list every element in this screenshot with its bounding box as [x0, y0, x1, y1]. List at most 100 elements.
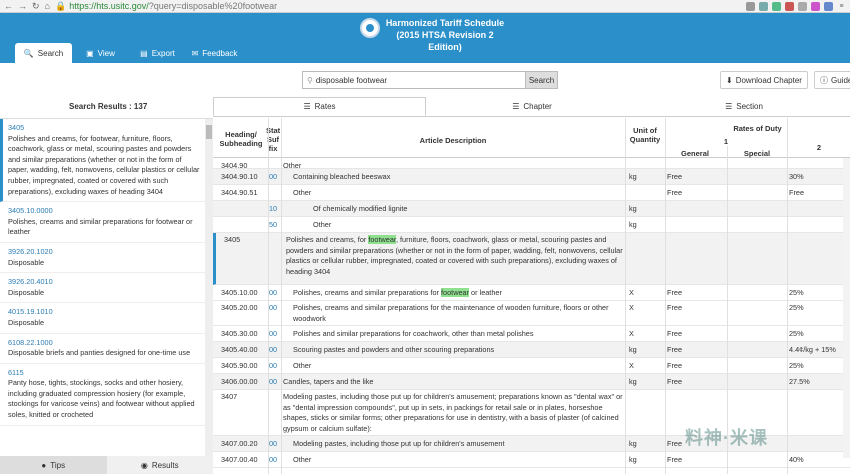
table-row: 3405.20.00 00 Polishes, creams and similar… — [213, 301, 850, 326]
heading-cell: 3405.10.00 — [221, 288, 258, 297]
table-header: Heading/ Subheading Stat Suf fix Article… — [213, 118, 850, 158]
item-text: Disposable — [8, 287, 45, 297]
column2-rate-cell: 30% — [789, 172, 804, 181]
tab-section[interactable]: ☰ Section — [638, 97, 850, 116]
column2-rate-cell: 25% — [789, 288, 804, 297]
guide-button[interactable]: ⓘGuide — [814, 71, 850, 89]
table-row: 3407.00.40 00 Other kg Free 40% — [213, 452, 850, 468]
table-scrollbar[interactable] — [843, 158, 850, 458]
item-text: Disposable — [8, 257, 45, 267]
menu-icon[interactable]: ≡ — [837, 2, 846, 11]
scrollbar-thumb[interactable] — [206, 125, 212, 139]
extension-icon[interactable] — [824, 1, 833, 11]
column2-rate-cell: 40% — [789, 455, 804, 464]
table-row: 3405.10.00 00 Polishes, creams and similar… — [213, 285, 850, 301]
url-host: https://hts.usitc.gov/ — [69, 1, 149, 11]
reload-icon[interactable]: ↻ — [32, 1, 40, 12]
list-item[interactable]: 3926.20.4010 Disposable — [0, 273, 213, 304]
list-item[interactable]: 3405 Polishes and creams, for footwear, f… — [0, 119, 213, 203]
site-header: Harmonized Tariff Schedule (2015 HTSA Re… — [0, 13, 850, 63]
bottom-tabs: ● Tips ◉ Results — [0, 456, 213, 474]
tab-tips[interactable]: ● Tips — [0, 456, 107, 474]
list-item[interactable]: 3926.20.1020 Disposable — [0, 243, 213, 274]
description-cell: Scouring pastes and powders and other sc… — [293, 345, 495, 354]
forward-icon[interactable]: → — [18, 1, 27, 11]
list-item[interactable]: 6108.22.1000 Disposable briefs and pantie… — [0, 334, 213, 364]
desc-text: Polishes and creams, for — [286, 235, 369, 244]
list-item[interactable]: 6115 Panty hose, tights, stockings, socks… — [0, 364, 213, 426]
search-results-list: 3405 Polishes and creams, for footwear, f… — [0, 118, 213, 456]
tab-results[interactable]: ◉ Results — [106, 456, 213, 474]
nav-tabs: 🔍 Search ▣ View ▤ Export ✉ Feedback — [15, 43, 243, 63]
unit-cell: kg — [629, 204, 637, 213]
item-code: 3926.20.1020 — [8, 246, 53, 256]
tariff-table: Heading/ Subheading Stat Suf fix Article… — [213, 118, 850, 474]
heading-cell: 3405.30.00 — [221, 329, 258, 338]
back-icon[interactable]: ← — [4, 1, 13, 11]
search-icon: ⚲ — [307, 75, 313, 85]
tab-label: View — [97, 48, 115, 58]
extension-icon[interactable] — [811, 1, 820, 11]
unit-cell: kg — [629, 172, 637, 181]
col-1: 1 — [723, 137, 729, 146]
list-item[interactable]: 4015.19.1010 Disposable — [0, 303, 213, 334]
tab-export[interactable]: ▤ Export — [129, 43, 186, 63]
search-highlight: footwear — [441, 288, 470, 297]
title-line2: (2015 HTSA Revision 2 Edition) — [396, 30, 494, 52]
browser-toolbar: ← → ↻ ⌂ 🔒 https://hts.usitc.gov/?query=d… — [0, 0, 850, 13]
search-button[interactable]: Search — [526, 71, 558, 89]
search-results-count: Search Results : 137 — [69, 102, 148, 111]
extension-icon[interactable] — [772, 1, 781, 11]
description-cell: Containing bleached beeswax — [293, 172, 391, 181]
unit-cell: kg — [629, 220, 637, 229]
extension-icon[interactable] — [746, 1, 755, 11]
table-body: 3404.90 Other 3404.90.10 00 Containing bleac… — [213, 158, 850, 468]
sidebar-scrollbar[interactable] — [205, 119, 213, 456]
tab-view[interactable]: ▣ View — [72, 43, 129, 63]
page-title: Harmonized Tariff Schedule (2015 HTSA Re… — [385, 17, 505, 53]
column2-rate-cell: Free — [789, 188, 805, 197]
extension-icon[interactable] — [759, 1, 768, 11]
results-icon: ◉ — [140, 460, 148, 470]
search-input[interactable]: ⚲ disposable footwear — [302, 71, 526, 89]
column2-rate-cell: 4.4¢/kg + 15% — [789, 345, 836, 354]
col-heading: Heading/ Subheading — [219, 130, 263, 148]
home-icon[interactable]: ⌂ — [45, 1, 50, 11]
column2-rate-cell: 25% — [789, 361, 804, 370]
col-2: 2 — [816, 143, 822, 152]
bars-icon: ☰ — [725, 102, 733, 111]
unit-cell: kg — [629, 345, 637, 354]
download-chapter-button[interactable]: ⬇ Download Chapter — [720, 71, 808, 89]
tab-label: Results — [151, 460, 179, 470]
unit-cell: kg — [629, 439, 637, 448]
usitc-seal-icon — [360, 18, 380, 38]
unit-cell: kg — [629, 455, 637, 464]
guide-label: Guide — [831, 75, 850, 85]
table-row: 3405.40.00 00 Scouring pastes and powders … — [213, 342, 850, 358]
extension-icon[interactable] — [798, 1, 807, 11]
tab-label: Feedback — [202, 48, 238, 58]
unit-cell: kg — [629, 377, 637, 386]
heading-cell: 3407.00.20 — [221, 439, 258, 448]
column2-rate-cell: 27.5% — [789, 377, 810, 386]
address-bar[interactable]: 🔒 https://hts.usitc.gov/?query=disposabl… — [55, 1, 741, 12]
item-text: Disposable briefs and panties designed f… — [8, 348, 191, 358]
table-row: 3405.30.00 00 Polishes and similar prepara… — [213, 326, 850, 342]
list-item[interactable]: 3405.10.0000 Polishes, creams and similar… — [0, 202, 213, 243]
tab-feedback[interactable]: ✉ Feedback — [186, 43, 243, 63]
extension-icon[interactable] — [785, 1, 794, 11]
description-cell: Candles, tapers and the like — [283, 377, 374, 386]
heading-cell: 3404.90.51 — [221, 188, 258, 197]
description-cell: Modeling pastes, including those put up … — [293, 439, 505, 448]
tab-rates[interactable]: ☰ Rates — [213, 97, 427, 116]
desc-text: Polishes, creams and similar preparation… — [293, 288, 442, 297]
search-highlight: footwear — [368, 235, 396, 244]
description-cell: Other — [313, 220, 332, 229]
tab-search[interactable]: 🔍 Search — [15, 43, 72, 63]
tab-label: Export — [151, 48, 175, 58]
tab-chapter[interactable]: ☰ Chapter — [426, 97, 638, 116]
description-cell: Polishes and creams, for footwear, furni… — [286, 235, 626, 277]
heading-cell: 3405.20.00 — [221, 303, 258, 312]
bars-icon: ☰ — [512, 102, 520, 111]
general-rate-cell: Free — [667, 377, 683, 386]
